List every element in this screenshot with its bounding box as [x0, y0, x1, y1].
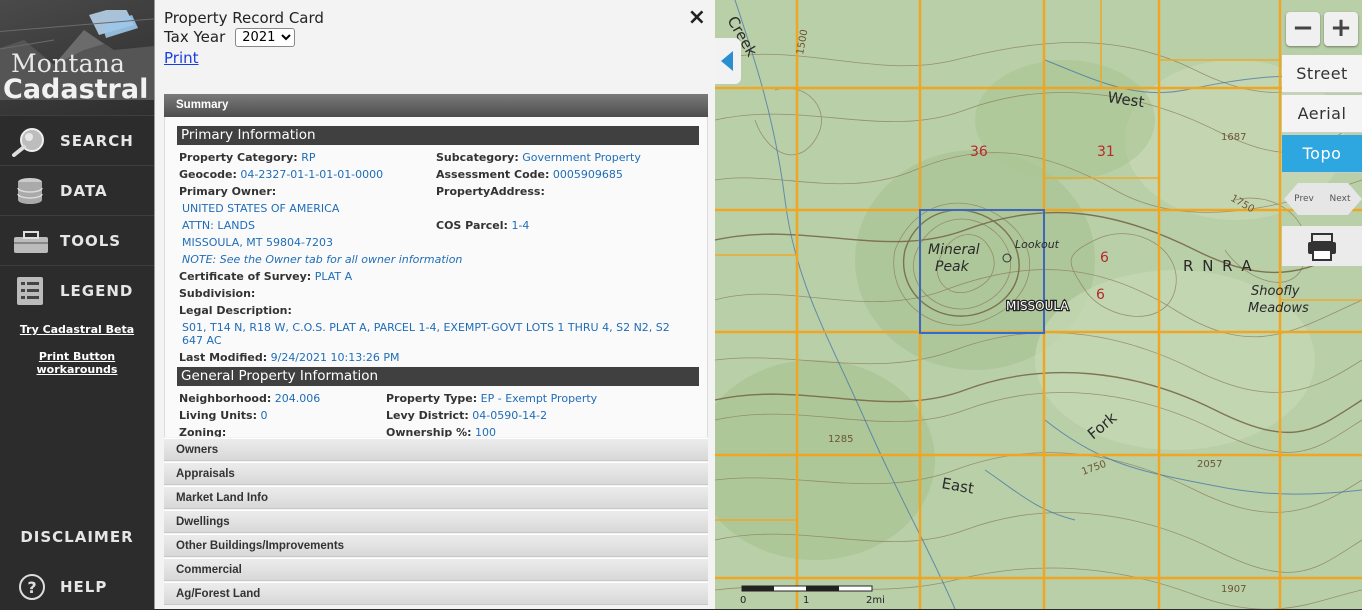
certificate-of-survey-field: Certificate of Survey: PLAT A	[179, 270, 353, 283]
commercial-section-header[interactable]: Commercial	[164, 558, 708, 581]
last-modified-field: Last Modified: 9/24/2021 10:13:26 PM	[179, 351, 400, 364]
levy-district-field: Levy District: 04-0590-14-2	[386, 409, 548, 422]
cos-parcel-field: COS Parcel: 1-4	[436, 219, 530, 232]
zoom-out-button[interactable]: −	[1286, 12, 1320, 46]
logo-line-2: Cadastral	[3, 74, 149, 105]
tax-year-label: Tax Year	[164, 28, 226, 46]
help-label: HELP	[60, 578, 108, 596]
help-button[interactable]: ? HELP	[0, 572, 154, 604]
owner-line: ATTN: LANDS	[182, 219, 255, 232]
print-link[interactable]: Print	[164, 48, 324, 68]
ag-forest-land-section-header[interactable]: Ag/Forest Land	[164, 582, 708, 605]
scale-label-start: 0	[740, 595, 746, 606]
summary-section-header[interactable]: Summary	[164, 94, 708, 117]
living-units-field: Living Units: 0	[179, 409, 268, 422]
basemap-street-button[interactable]: Street	[1282, 55, 1362, 93]
place-label: Meadows	[1248, 301, 1309, 316]
parcel-county-label: MISSOULA	[1006, 299, 1069, 313]
place-label: Mineral	[928, 242, 980, 258]
close-icon[interactable]: ×	[688, 5, 706, 30]
basemap-topo-button[interactable]: Topo	[1282, 135, 1362, 173]
primary-information-heading: Primary Information	[177, 126, 699, 145]
next-label: Next	[1329, 194, 1351, 204]
property-category-field: Property Category: RP	[179, 151, 316, 164]
montana-cadastral-logo: Montana Cadastral	[0, 0, 154, 115]
section-number-label: 6	[1100, 250, 1109, 266]
owner-line: MISSOULA, MT 59804-7203	[182, 236, 333, 249]
prev-label: Prev	[1294, 194, 1314, 204]
help-icon: ?	[19, 574, 45, 600]
property-address-field: PropertyAddress:	[436, 185, 545, 198]
prev-extent-button[interactable]: Prev	[1284, 180, 1324, 218]
nav-item-data[interactable]: DATA	[0, 165, 154, 215]
legal-description-line-2: 647 AC	[182, 334, 222, 347]
market-land-info-section-header[interactable]: Market Land Info	[164, 486, 708, 509]
nav-item-tools[interactable]: TOOLS	[0, 215, 154, 265]
scale-label-end: 2mi	[866, 595, 885, 606]
elevation-label: 2057	[1197, 459, 1222, 470]
elevation-label: 1285	[828, 434, 853, 445]
tax-year-select[interactable]: 2021	[235, 28, 296, 47]
ownership-field: Ownership %: 100	[386, 426, 497, 437]
basemap-aerial-button[interactable]: Aerial	[1282, 95, 1362, 133]
section-number-label: 6	[1096, 287, 1105, 303]
elevation-label: 1907	[1221, 584, 1246, 595]
printer-icon	[1308, 233, 1336, 261]
owner-line: UNITED STATES OF AMERICA	[182, 202, 340, 215]
section-number-label: 36	[970, 144, 988, 160]
elevation-label: 1687	[1221, 132, 1246, 143]
section-number-label: 31	[1097, 144, 1115, 160]
side-navigation: Montana Cadastral SEARCH DATA TOOLS LEGE…	[0, 0, 154, 609]
print-button-workarounds-link[interactable]: Print Button workarounds	[32, 350, 122, 376]
neighborhood-field: Neighborhood: 204.006	[179, 392, 321, 405]
other-buildings-section-header[interactable]: Other Buildings/Improvements	[164, 534, 708, 557]
try-cadastral-beta-link[interactable]: Try Cadastral Beta	[0, 323, 154, 336]
nav-label-data: DATA	[60, 181, 108, 200]
print-map-button[interactable]	[1282, 226, 1362, 266]
nav-label-search: SEARCH	[60, 131, 134, 150]
panel-title: Property Record Card	[164, 9, 324, 27]
database-icon	[17, 178, 43, 204]
disclaimer-button[interactable]: DISCLAIMER	[0, 528, 154, 546]
topo-map[interactable]: 36 31 6 6 Mineral Peak Lookout R N R A S…	[715, 0, 1362, 609]
legal-description-line-1: S01, T14 N, R18 W, C.O.S. PLAT A, PARCEL…	[182, 321, 670, 334]
geocode-field: Geocode: 04-2327-01-1-01-01-0000	[179, 168, 384, 181]
place-label: Peak	[935, 259, 970, 275]
assessment-code-field: Assessment Code: 0005909685	[436, 168, 623, 181]
legend-icon	[17, 277, 43, 305]
nav-item-legend[interactable]: LEGEND	[0, 265, 154, 315]
scale-label-mid: 1	[803, 595, 809, 606]
search-icon	[12, 128, 44, 157]
svg-text:?: ?	[27, 578, 36, 597]
next-extent-button[interactable]: Next	[1320, 180, 1362, 218]
place-label: Lookout	[1015, 238, 1060, 251]
subdivision-field: Subdivision:	[179, 287, 256, 300]
nav-label-legend: LEGEND	[60, 281, 134, 300]
legal-description-field: Legal Description:	[179, 304, 292, 317]
owners-section-header[interactable]: Owners	[164, 438, 708, 461]
owner-note: NOTE: See the Owner tab for all owner in…	[182, 253, 463, 266]
nav-label-tools: TOOLS	[60, 231, 122, 250]
zoning-field: Zoning:	[179, 426, 227, 437]
appraisals-section-header[interactable]: Appraisals	[164, 462, 708, 485]
zoom-in-button[interactable]: +	[1324, 12, 1358, 46]
map-scale-bar: 0 1 2mi	[738, 582, 888, 606]
property-record-panel: Property Record Card Tax Year 2021 Print…	[154, 0, 715, 609]
place-label: R N R A	[1183, 257, 1254, 275]
topo-map-canvas[interactable]: 36 31 6 6 Mineral Peak Lookout R N R A S…	[715, 0, 1362, 609]
property-type-field: Property Type: EP - Exempt Property	[386, 392, 598, 405]
nav-item-search[interactable]: SEARCH	[0, 115, 154, 165]
primary-owner-field: Primary Owner:	[179, 185, 277, 198]
subcategory-field: Subcategory: Government Property	[436, 151, 641, 164]
toolbox-icon	[14, 231, 48, 253]
collapse-panel-arrow-icon[interactable]	[715, 38, 741, 84]
summary-section-body: Primary Information Property Category: R…	[164, 117, 708, 437]
place-label: Shoofly	[1251, 284, 1300, 299]
general-property-information-heading: General Property Information	[177, 367, 699, 386]
dwellings-section-header[interactable]: Dwellings	[164, 510, 708, 533]
